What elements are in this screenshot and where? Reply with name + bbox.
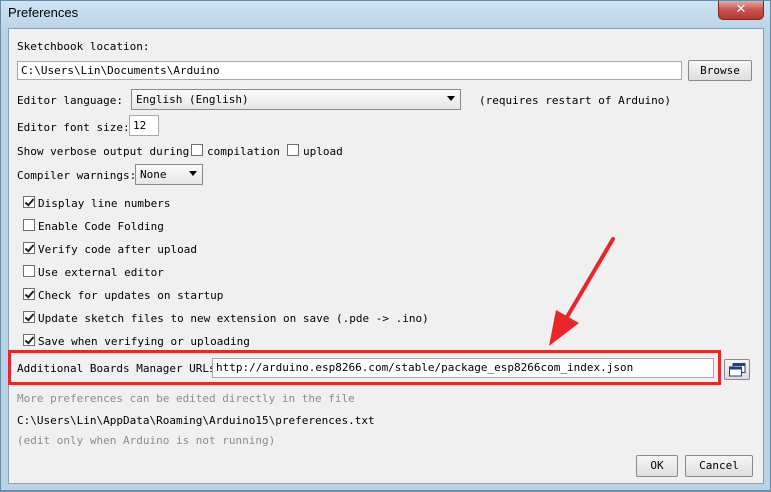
annotation-arrow — [549, 237, 615, 346]
preferences-window: Preferences ✕ Sketchbook location: C:\Us… — [0, 0, 771, 491]
